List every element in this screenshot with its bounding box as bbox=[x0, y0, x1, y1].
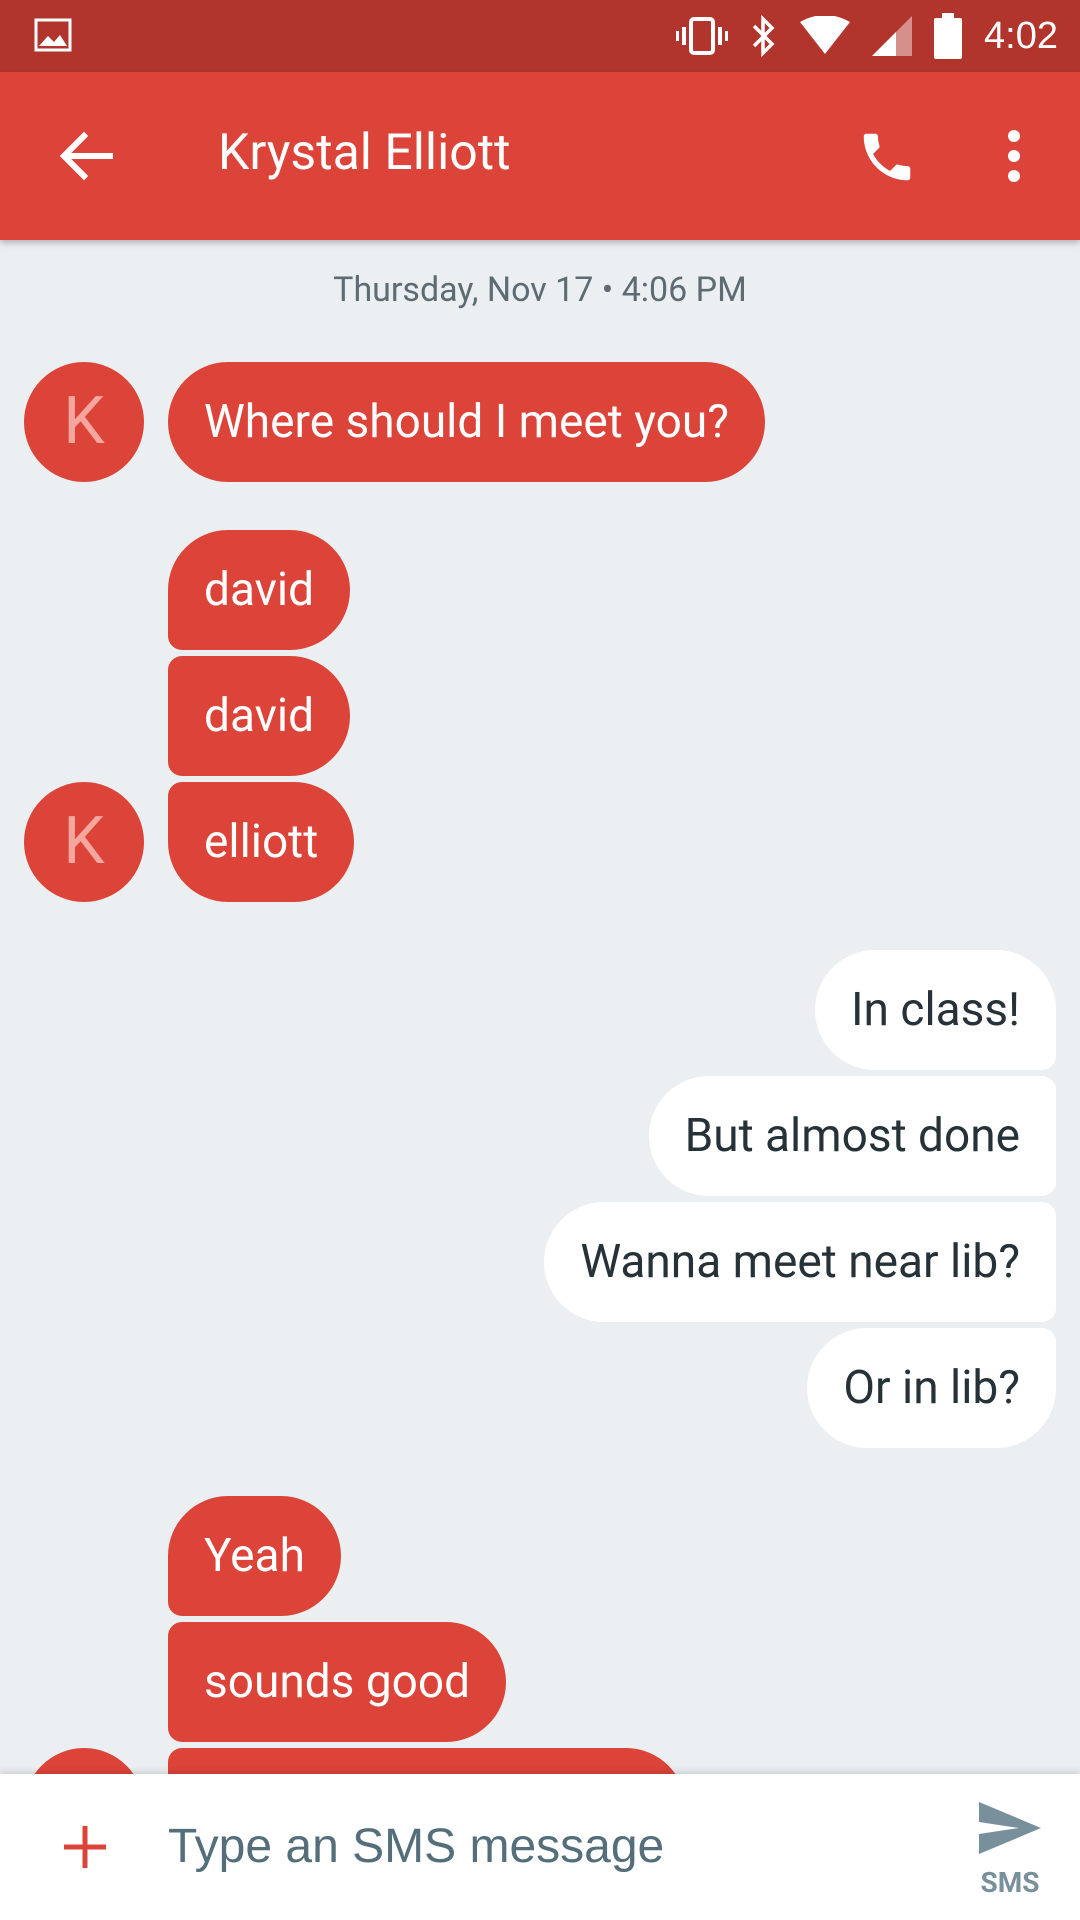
cell-signal-icon bbox=[872, 16, 913, 56]
contact-avatar-partial[interactable] bbox=[24, 1748, 144, 1774]
send-icon bbox=[979, 1802, 1041, 1854]
send-label: SMS bbox=[980, 1866, 1040, 1899]
battery-icon bbox=[934, 13, 963, 59]
message-bubble[interactable]: Wanna meet near lib? bbox=[544, 1202, 1056, 1322]
message-bubble[interactable]: sounds good bbox=[168, 1622, 507, 1742]
call-icon[interactable] bbox=[856, 126, 918, 188]
app-bar: Krystal Elliott bbox=[0, 72, 1080, 240]
send-button[interactable]: SMS bbox=[974, 1798, 1046, 1899]
add-attachment-icon[interactable] bbox=[60, 1822, 110, 1872]
back-arrow-icon[interactable] bbox=[58, 128, 114, 184]
wifi-icon bbox=[800, 16, 851, 54]
compose-bar: SMS bbox=[0, 1774, 1080, 1920]
vibrate-icon bbox=[676, 17, 729, 55]
bluetooth-icon bbox=[752, 14, 775, 58]
message-bubble[interactable]: elliott bbox=[168, 782, 355, 902]
message-bubble[interactable]: Yeah bbox=[168, 1496, 341, 1616]
contact-avatar[interactable]: K bbox=[24, 782, 144, 902]
conversation[interactable]: Thursday, Nov 17 • 4:06 PM K Where shoul… bbox=[0, 240, 1080, 1774]
message-bubble-partial[interactable] bbox=[168, 1748, 686, 1774]
status-time: 4:02 bbox=[984, 14, 1058, 57]
message-bubble[interactable]: david bbox=[168, 530, 351, 650]
message-input[interactable] bbox=[168, 1810, 928, 1882]
contact-avatar[interactable]: K bbox=[24, 362, 144, 482]
status-bar: 4:02 bbox=[0, 0, 1080, 72]
message-bubble[interactable]: Where should I meet you? bbox=[168, 362, 765, 482]
message-bubble[interactable]: david bbox=[168, 656, 351, 776]
message-bubble[interactable]: Or in lib? bbox=[807, 1328, 1056, 1448]
message-bubble[interactable]: In class! bbox=[815, 950, 1056, 1070]
date-header: Thursday, Nov 17 • 4:06 PM bbox=[333, 270, 747, 310]
contact-name: Krystal Elliott bbox=[218, 124, 511, 182]
message-bubble[interactable]: But almost done bbox=[648, 1076, 1056, 1196]
gallery-notification-icon bbox=[34, 18, 72, 52]
more-options-icon[interactable] bbox=[994, 128, 1034, 184]
